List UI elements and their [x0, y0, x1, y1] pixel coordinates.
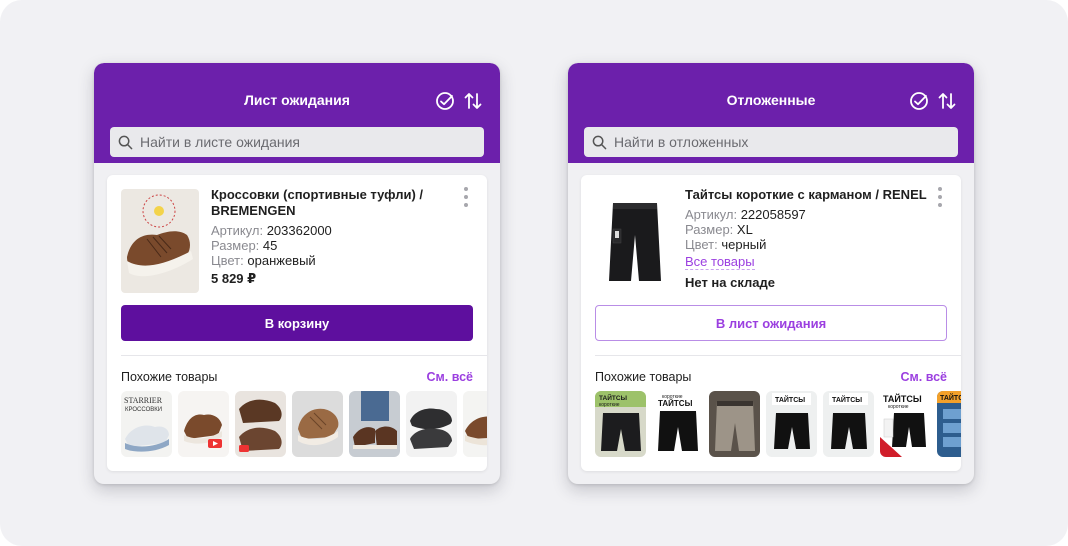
article-value: 222058597	[740, 207, 806, 222]
similar-product-thumb[interactable]	[463, 391, 487, 457]
thumb-sub-text: короткие	[888, 404, 909, 410]
saved-header: Отложенные	[568, 63, 974, 163]
thumb-sub-text: КРОССОВКИ	[125, 407, 162, 413]
similar-product-thumb[interactable]	[349, 391, 400, 457]
see-all-link[interactable]: См. всё	[901, 370, 948, 384]
add-to-waitlist-button[interactable]: В лист ожидания	[595, 305, 947, 341]
waitlist-search-field[interactable]	[110, 127, 484, 157]
article-label: Артикул:	[211, 223, 264, 238]
similar-product-thumb[interactable]: ТАЙТСЫ короткие	[880, 391, 931, 457]
similar-products-label: Похожие товары	[121, 370, 218, 384]
add-to-cart-button[interactable]: В корзину	[121, 305, 473, 341]
similar-product-thumb[interactable]: ТАЙТСЫ	[937, 391, 961, 457]
color-label: Цвет:	[685, 237, 718, 252]
product-size: Размер: XL	[685, 222, 931, 237]
similar-product-thumb[interactable]	[709, 391, 760, 457]
size-value: XL	[736, 222, 753, 237]
color-value: оранжевый	[247, 253, 316, 268]
thumb-text: ТАЙТСЫ	[940, 393, 961, 402]
thumb-sub-text: короткие	[599, 402, 620, 408]
product-color: Цвет: оранжевый	[211, 253, 457, 268]
divider	[121, 355, 487, 356]
saved-search-field[interactable]	[584, 127, 958, 157]
sort-arrows-icon[interactable]	[462, 90, 484, 112]
thumb-text: ТАЙТСЫ	[883, 393, 922, 404]
sort-arrows-icon[interactable]	[936, 90, 958, 112]
similar-product-thumb[interactable]: короткие ТАЙТСЫ	[652, 391, 703, 457]
similar-product-thumb[interactable]	[406, 391, 457, 457]
waitlist-search-input[interactable]	[140, 134, 484, 150]
product-info: Тайтсы короткие с карманом / RENEL Артик…	[685, 187, 931, 290]
similar-product-thumb[interactable]: STARRIER КРОССОВКИ	[121, 391, 172, 457]
search-icon	[118, 134, 134, 150]
all-items-link[interactable]: Все товары	[685, 254, 755, 270]
similar-product-thumb[interactable]: ТАЙТСЫ	[823, 391, 874, 457]
similar-products-label: Похожие товары	[595, 370, 692, 384]
product-image-tights[interactable]	[595, 189, 673, 293]
select-check-icon[interactable]	[434, 90, 456, 112]
product-size: Размер: 45	[211, 238, 457, 253]
product-title[interactable]: Тайтсы короткие с карманом / RENEL	[685, 187, 931, 203]
waitlist-product-card: Кроссовки (спортивные туфли) / BREMENGEN…	[107, 175, 487, 471]
product-article: Артикул: 222058597	[685, 207, 931, 222]
thumb-text: ТАЙТСЫ	[599, 393, 627, 402]
thumb-brand-text: STARRIER	[124, 396, 163, 405]
product-color: Цвет: черный	[685, 237, 931, 252]
waitlist-header: Лист ожидания	[94, 63, 500, 163]
stock-status: Нет на складе	[685, 275, 775, 290]
more-vertical-icon[interactable]	[463, 187, 469, 207]
similar-product-thumb[interactable]	[235, 391, 286, 457]
size-label: Размер:	[685, 222, 734, 237]
product-info: Кроссовки (спортивные туфли) / BREMENGEN…	[211, 187, 457, 287]
similar-product-thumb[interactable]: ТАЙТСЫ	[766, 391, 817, 457]
similar-product-thumb[interactable]	[178, 391, 229, 457]
size-value: 45	[262, 238, 278, 253]
thumb-text: ТАЙТСЫ	[658, 399, 693, 408]
select-check-icon[interactable]	[908, 90, 930, 112]
divider	[595, 355, 961, 356]
thumb-text: ТАЙТСЫ	[832, 395, 862, 404]
product-image-sneakers[interactable]	[121, 189, 199, 293]
color-label: Цвет:	[211, 253, 244, 268]
saved-search-input[interactable]	[614, 134, 958, 150]
saved-product-card: Тайтсы короткие с карманом / RENEL Артик…	[581, 175, 961, 471]
similar-product-thumb[interactable]: ТАЙТСЫ короткие	[595, 391, 646, 457]
product-title[interactable]: Кроссовки (спортивные туфли) / BREMENGEN	[211, 187, 457, 219]
background-canvas: Лист ожидания Найти в листе ожидания Кро…	[0, 0, 1068, 546]
similar-products-carousel: STARRIER КРОССОВКИ	[121, 391, 487, 457]
article-value: 203362000	[266, 223, 332, 238]
see-all-link[interactable]: См. всё	[427, 370, 474, 384]
more-vertical-icon[interactable]	[937, 187, 943, 207]
color-value: черный	[721, 237, 767, 252]
product-article: Артикул: 203362000	[211, 223, 457, 238]
saved-panel: Отложенные Найти в отложенных Тайтсы кор…	[568, 63, 974, 484]
similar-products-carousel: ТАЙТСЫ короткие короткие ТАЙТСЫ ТАЙТСЫ Т…	[595, 391, 961, 457]
thumb-text: ТАЙТСЫ	[775, 395, 805, 404]
waitlist-panel: Лист ожидания Найти в листе ожидания Кро…	[94, 63, 500, 484]
search-icon	[592, 134, 608, 150]
size-label: Размер:	[211, 238, 260, 253]
article-label: Артикул:	[685, 207, 738, 222]
product-price: 5 829 ₽	[211, 271, 257, 286]
similar-product-thumb[interactable]	[292, 391, 343, 457]
